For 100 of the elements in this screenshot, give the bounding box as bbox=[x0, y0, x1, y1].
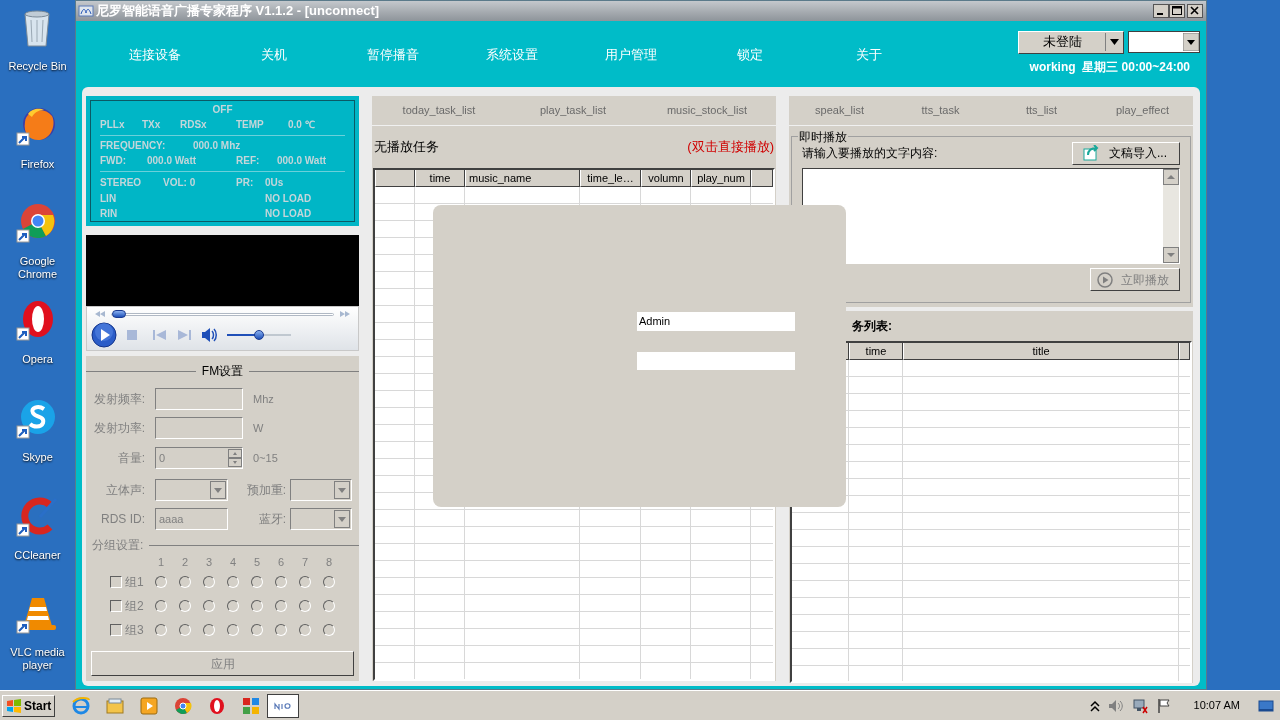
temp-value: 0.0 ℃ bbox=[288, 118, 315, 133]
media-player-icon[interactable] bbox=[139, 695, 160, 716]
channel-number: 5 bbox=[254, 554, 262, 570]
flag-icon[interactable] bbox=[1155, 697, 1172, 714]
status-flag-label: RDSx bbox=[180, 118, 208, 133]
desktop-icon-label[interactable]: Firefox bbox=[4, 157, 71, 171]
column-header[interactable]: title bbox=[903, 343, 1179, 360]
tab[interactable]: music_stock_list bbox=[640, 96, 774, 125]
app-logo-icon bbox=[273, 700, 294, 711]
play-button[interactable] bbox=[91, 322, 117, 348]
field-label: 音量: bbox=[116, 450, 145, 467]
channel-number: 2 bbox=[182, 554, 190, 570]
column-header[interactable]: volumn bbox=[641, 170, 691, 187]
hint-text: (双击直接播放) bbox=[687, 138, 774, 157]
fwd-label: FWD: bbox=[100, 154, 128, 168]
password-field[interactable] bbox=[637, 352, 795, 370]
channel-number: 7 bbox=[302, 554, 310, 570]
show-desktop-icon[interactable] bbox=[1258, 697, 1274, 714]
status-flag-label: PLLx bbox=[100, 118, 126, 133]
frequency-label: FREQUENCY: bbox=[100, 138, 167, 153]
minimize-button[interactable] bbox=[1153, 4, 1169, 18]
play-circle-icon bbox=[1097, 271, 1113, 288]
section-label: 分组设置: bbox=[92, 537, 144, 554]
desktop-icon-label[interactable]: Opera bbox=[4, 353, 71, 367]
username-field[interactable]: Admin bbox=[637, 312, 795, 331]
close-button[interactable] bbox=[1187, 4, 1203, 18]
dropdown-caret-icon bbox=[1183, 32, 1199, 51]
channel-number: 1 bbox=[158, 554, 166, 570]
desktop-icon-label[interactable]: Recycle Bin bbox=[4, 60, 71, 73]
group-label: 组2 bbox=[124, 598, 145, 615]
field-label: 预加重: bbox=[245, 482, 286, 499]
rin-status: NO LOAD bbox=[265, 206, 312, 221]
field-label: 发射功率: bbox=[92, 420, 145, 437]
field-label: 蓝牙: bbox=[257, 511, 286, 528]
volume-thumb[interactable] bbox=[254, 330, 264, 340]
tab[interactable]: play_effect bbox=[1092, 96, 1193, 125]
scroll-down-icon[interactable] bbox=[1163, 247, 1179, 263]
status-text: working 星期三 00:00~24:00 bbox=[1029, 58, 1190, 76]
import-button[interactable]: 文稿导入... bbox=[1072, 141, 1180, 165]
field-label: RDS ID: bbox=[100, 511, 145, 528]
task-status: 无播放任务 bbox=[374, 138, 439, 157]
desktop-icon-label[interactable]: VLC media player bbox=[4, 646, 71, 673]
column-header[interactable]: music_name bbox=[465, 170, 580, 187]
app-icon bbox=[78, 4, 94, 18]
tab[interactable]: tts_task bbox=[890, 96, 991, 125]
prompt-label: 请输入要播放的文字内容: bbox=[802, 145, 938, 162]
desktop-icon-label[interactable]: CCleaner bbox=[4, 548, 71, 562]
power-status: OFF bbox=[212, 103, 233, 118]
seek-thumb[interactable] bbox=[111, 309, 126, 318]
dropdown-field[interactable] bbox=[1128, 30, 1200, 53]
ref-value: 000.0 Watt bbox=[277, 154, 327, 168]
user-login-button[interactable]: 未登陆 bbox=[1018, 30, 1124, 54]
tab[interactable]: tts_list bbox=[991, 96, 1092, 125]
desktop-icon-label[interactable]: Skype bbox=[4, 450, 71, 464]
dropdown-caret-icon bbox=[210, 481, 226, 499]
group-title: 即时播放 bbox=[798, 128, 848, 146]
tab[interactable]: today_task_list bbox=[372, 96, 506, 125]
network-icon[interactable] bbox=[1131, 697, 1148, 714]
column-header[interactable]: time_le… bbox=[580, 170, 641, 187]
text-input-area[interactable] bbox=[802, 168, 1180, 264]
tab[interactable]: speak_list bbox=[789, 96, 890, 125]
dropdown-caret-icon bbox=[334, 481, 350, 499]
chrome-icon[interactable] bbox=[173, 695, 194, 716]
speaker-icon[interactable] bbox=[201, 328, 217, 342]
column-header[interactable]: time bbox=[849, 343, 903, 360]
ref-label: REF: bbox=[236, 154, 261, 168]
section-title: FM设置 bbox=[200, 363, 245, 380]
pr-label: PR: bbox=[236, 176, 255, 191]
temp-label: TEMP bbox=[236, 118, 265, 133]
show-hidden-icons-chevron[interactable] bbox=[1089, 699, 1100, 712]
volume-value: VOL: 0 bbox=[163, 176, 197, 191]
ccleaner-icon[interactable] bbox=[15, 494, 60, 539]
frequency-value: 000.0 Mhz bbox=[193, 138, 241, 153]
unit-label: W bbox=[253, 420, 264, 436]
column-header[interactable]: play_num bbox=[691, 170, 751, 187]
seek-track[interactable] bbox=[111, 312, 334, 316]
maximize-button[interactable] bbox=[1169, 4, 1185, 18]
lin-label: LIN bbox=[100, 191, 118, 206]
scrollbar[interactable] bbox=[1163, 169, 1179, 263]
field-label: 立体声: bbox=[104, 482, 145, 499]
import-icon bbox=[1083, 145, 1099, 161]
unit-label: 0~15 bbox=[253, 450, 278, 466]
list-label: 务列表: bbox=[851, 318, 893, 335]
desktop-icon-label[interactable]: Google Chrome bbox=[4, 255, 71, 282]
clock: 10:07 AM bbox=[1193, 698, 1240, 714]
group-label: 组1 bbox=[124, 574, 145, 591]
dropdown-caret-icon bbox=[334, 510, 350, 528]
tab[interactable]: play_task_list bbox=[506, 96, 640, 125]
column-header[interactable]: time bbox=[415, 170, 465, 187]
unit-label: Mhz bbox=[253, 391, 274, 407]
window-title: 尼罗智能语音广播专家程序 V1.1.2 - [unconnect] bbox=[96, 2, 380, 21]
channel-number: 4 bbox=[230, 554, 238, 570]
scroll-up-icon[interactable] bbox=[1163, 169, 1179, 185]
group-label: 组3 bbox=[124, 622, 145, 639]
windows-logo-icon bbox=[6, 698, 22, 713]
channel-number: 3 bbox=[206, 554, 214, 570]
grid-app-icon[interactable] bbox=[241, 695, 262, 716]
start-button[interactable]: Start bbox=[2, 694, 56, 717]
rin-label: RIN bbox=[100, 206, 119, 221]
taskbar-window-button[interactable] bbox=[267, 693, 300, 718]
